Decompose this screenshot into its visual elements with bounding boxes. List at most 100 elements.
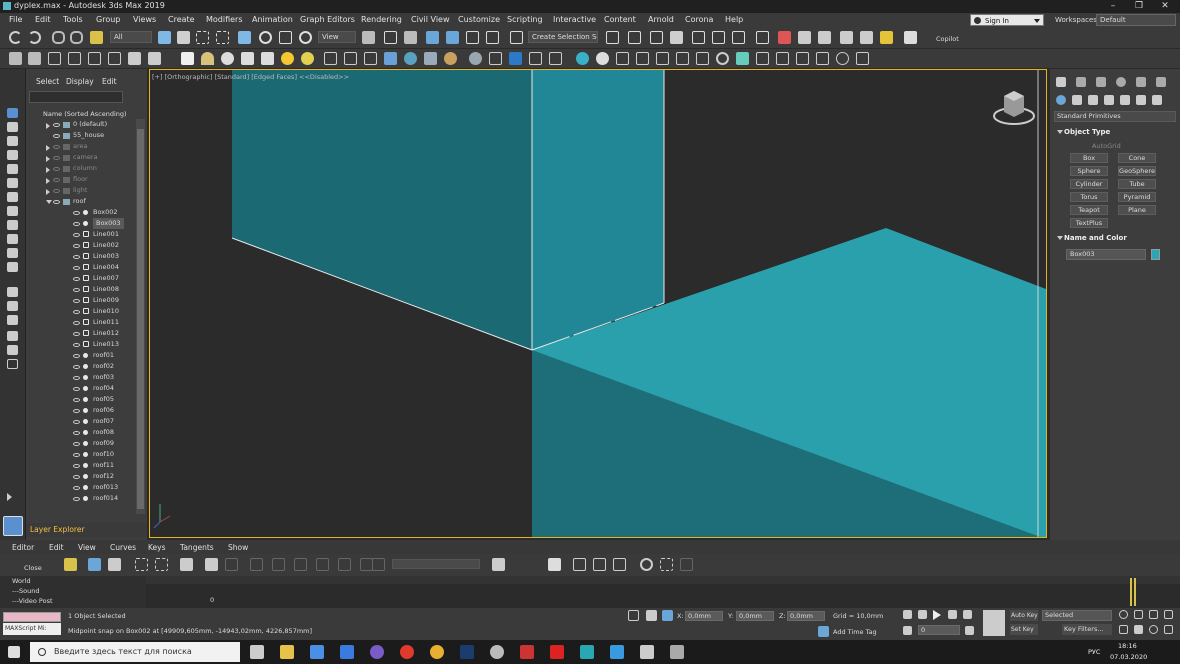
eye-icon[interactable] [53,123,60,127]
cone-light-icon[interactable] [241,52,254,65]
cameras-icon[interactable] [1104,95,1114,105]
preview-icon[interactable] [836,52,849,65]
menu-scripting[interactable]: Scripting [507,15,543,24]
globe-icon[interactable] [404,52,417,65]
camera-icon[interactable] [364,52,377,65]
utilities-tab-icon[interactable] [1156,77,1166,87]
render-setup-icon[interactable] [778,31,791,44]
app-icon-blue[interactable] [610,645,624,659]
eye-icon[interactable] [73,321,80,325]
angle-snap-icon[interactable] [446,31,459,44]
shapes-filter-icon[interactable] [7,136,18,146]
render-setup-small-icon[interactable] [128,52,141,65]
field-of-view-icon[interactable] [1119,625,1128,634]
time-slider-marker[interactable] [1130,578,1132,606]
eye-icon[interactable] [73,497,80,501]
render-production-icon[interactable] [818,31,831,44]
add-to-layer-icon[interactable] [48,52,61,65]
sort-header[interactable]: Name (Sorted Ascending) [43,110,127,118]
tree-row[interactable]: roof11 [26,460,136,471]
eye-icon[interactable] [73,409,80,413]
torus-button[interactable]: Torus [1070,192,1108,202]
geometry-icon[interactable] [1056,95,1066,105]
lock-selection-icon[interactable] [492,558,505,571]
menu-tangents[interactable]: Tangents [180,543,214,552]
cylinder-button[interactable]: Cylinder [1070,179,1108,189]
orbit-icon[interactable] [1149,625,1158,634]
eye-icon[interactable] [73,442,80,446]
eye-icon[interactable] [73,332,80,336]
panel-icon[interactable] [816,52,829,65]
box-button[interactable]: Box [1070,153,1108,163]
keyboard-shortcut-override-icon[interactable] [404,31,417,44]
eye-icon[interactable] [73,255,80,259]
tangent-auto-icon[interactable] [250,558,263,571]
named-selection-icon[interactable] [510,31,523,44]
menu-help[interactable]: Help [725,15,743,24]
time-config-icon[interactable] [965,626,974,635]
eye-icon[interactable] [73,486,80,490]
reference-coordinate-dropdown[interactable]: View [318,31,356,43]
export-icon[interactable] [636,52,649,65]
tree-row[interactable]: roof014 [26,493,136,504]
scale-values-icon[interactable] [155,558,168,571]
snaps-toggle-icon[interactable] [426,31,439,44]
textplus-button[interactable]: TextPlus [1070,218,1108,228]
tree-row[interactable]: roof02 [26,361,136,372]
tab-select[interactable]: Select [36,77,59,86]
select-manipulate-icon[interactable] [384,31,397,44]
timeline[interactable]: 0 [146,576,1180,608]
tangent-spline-icon[interactable] [272,558,285,571]
tree-row[interactable]: Box003 [26,218,136,229]
menu-corona[interactable]: Corona [685,15,713,24]
motion-tab-icon[interactable] [1116,77,1126,87]
tree-row[interactable]: Line013 [26,339,136,350]
eye-icon[interactable] [73,365,80,369]
add-time-tag[interactable]: Add Time Tag [833,628,877,636]
space-warps-filter-icon[interactable] [7,192,18,202]
render-region-icon[interactable] [489,52,502,65]
tree-row[interactable]: roof08 [26,427,136,438]
layer-explorer-bar[interactable]: Layer Explorer [26,523,147,537]
texture-icon[interactable] [469,52,482,65]
tree-row[interactable]: Line011 [26,317,136,328]
containers-filter-icon[interactable] [7,248,18,258]
align-icon[interactable] [628,31,641,44]
tree-row[interactable]: Line007 [26,273,136,284]
systems-icon[interactable] [1152,95,1162,105]
tree-row[interactable]: camera [26,152,136,163]
display-all-icon[interactable] [7,108,18,118]
expand-icon[interactable] [46,178,50,184]
sphere-light-icon[interactable] [221,52,234,65]
windows-start-icon[interactable] [8,646,20,658]
list-icon[interactable] [616,52,629,65]
minimize-button[interactable]: – [1100,0,1126,13]
viewport-layout-icon[interactable] [3,516,23,536]
zoom-all-icon[interactable] [1134,610,1143,619]
place-icon[interactable] [299,31,312,44]
menu-edit-track[interactable]: Edit [49,543,64,552]
eye-icon[interactable] [73,277,80,281]
tree-row[interactable]: roof10 [26,449,136,460]
cameras-filter-icon[interactable] [7,164,18,174]
bones-filter-icon[interactable] [7,234,18,244]
menu-show[interactable]: Show [228,543,248,552]
tree-row[interactable]: Line010 [26,306,136,317]
tree-row[interactable]: Box002 [26,207,136,218]
xrefs-filter-icon[interactable] [7,220,18,230]
menu-customize[interactable]: Customize [458,15,500,24]
clock-date[interactable]: 07.03.2020 [1110,653,1147,661]
groups-filter-icon[interactable] [7,206,18,216]
scatter-icon[interactable] [344,52,357,65]
move-icon[interactable] [238,31,251,44]
time-slider-marker-end[interactable] [1134,578,1136,606]
viber-icon[interactable] [370,645,384,659]
helpers-filter-icon[interactable] [7,178,18,188]
zoom-extents-all-icon[interactable] [1164,610,1173,619]
current-frame-input[interactable]: 0 [918,625,960,635]
helpers-icon[interactable] [1120,95,1130,105]
reduce-keys-icon[interactable] [225,558,238,571]
menu-curves[interactable]: Curves [110,543,136,552]
frame-icon[interactable] [613,558,626,571]
eye-icon[interactable] [73,233,80,237]
